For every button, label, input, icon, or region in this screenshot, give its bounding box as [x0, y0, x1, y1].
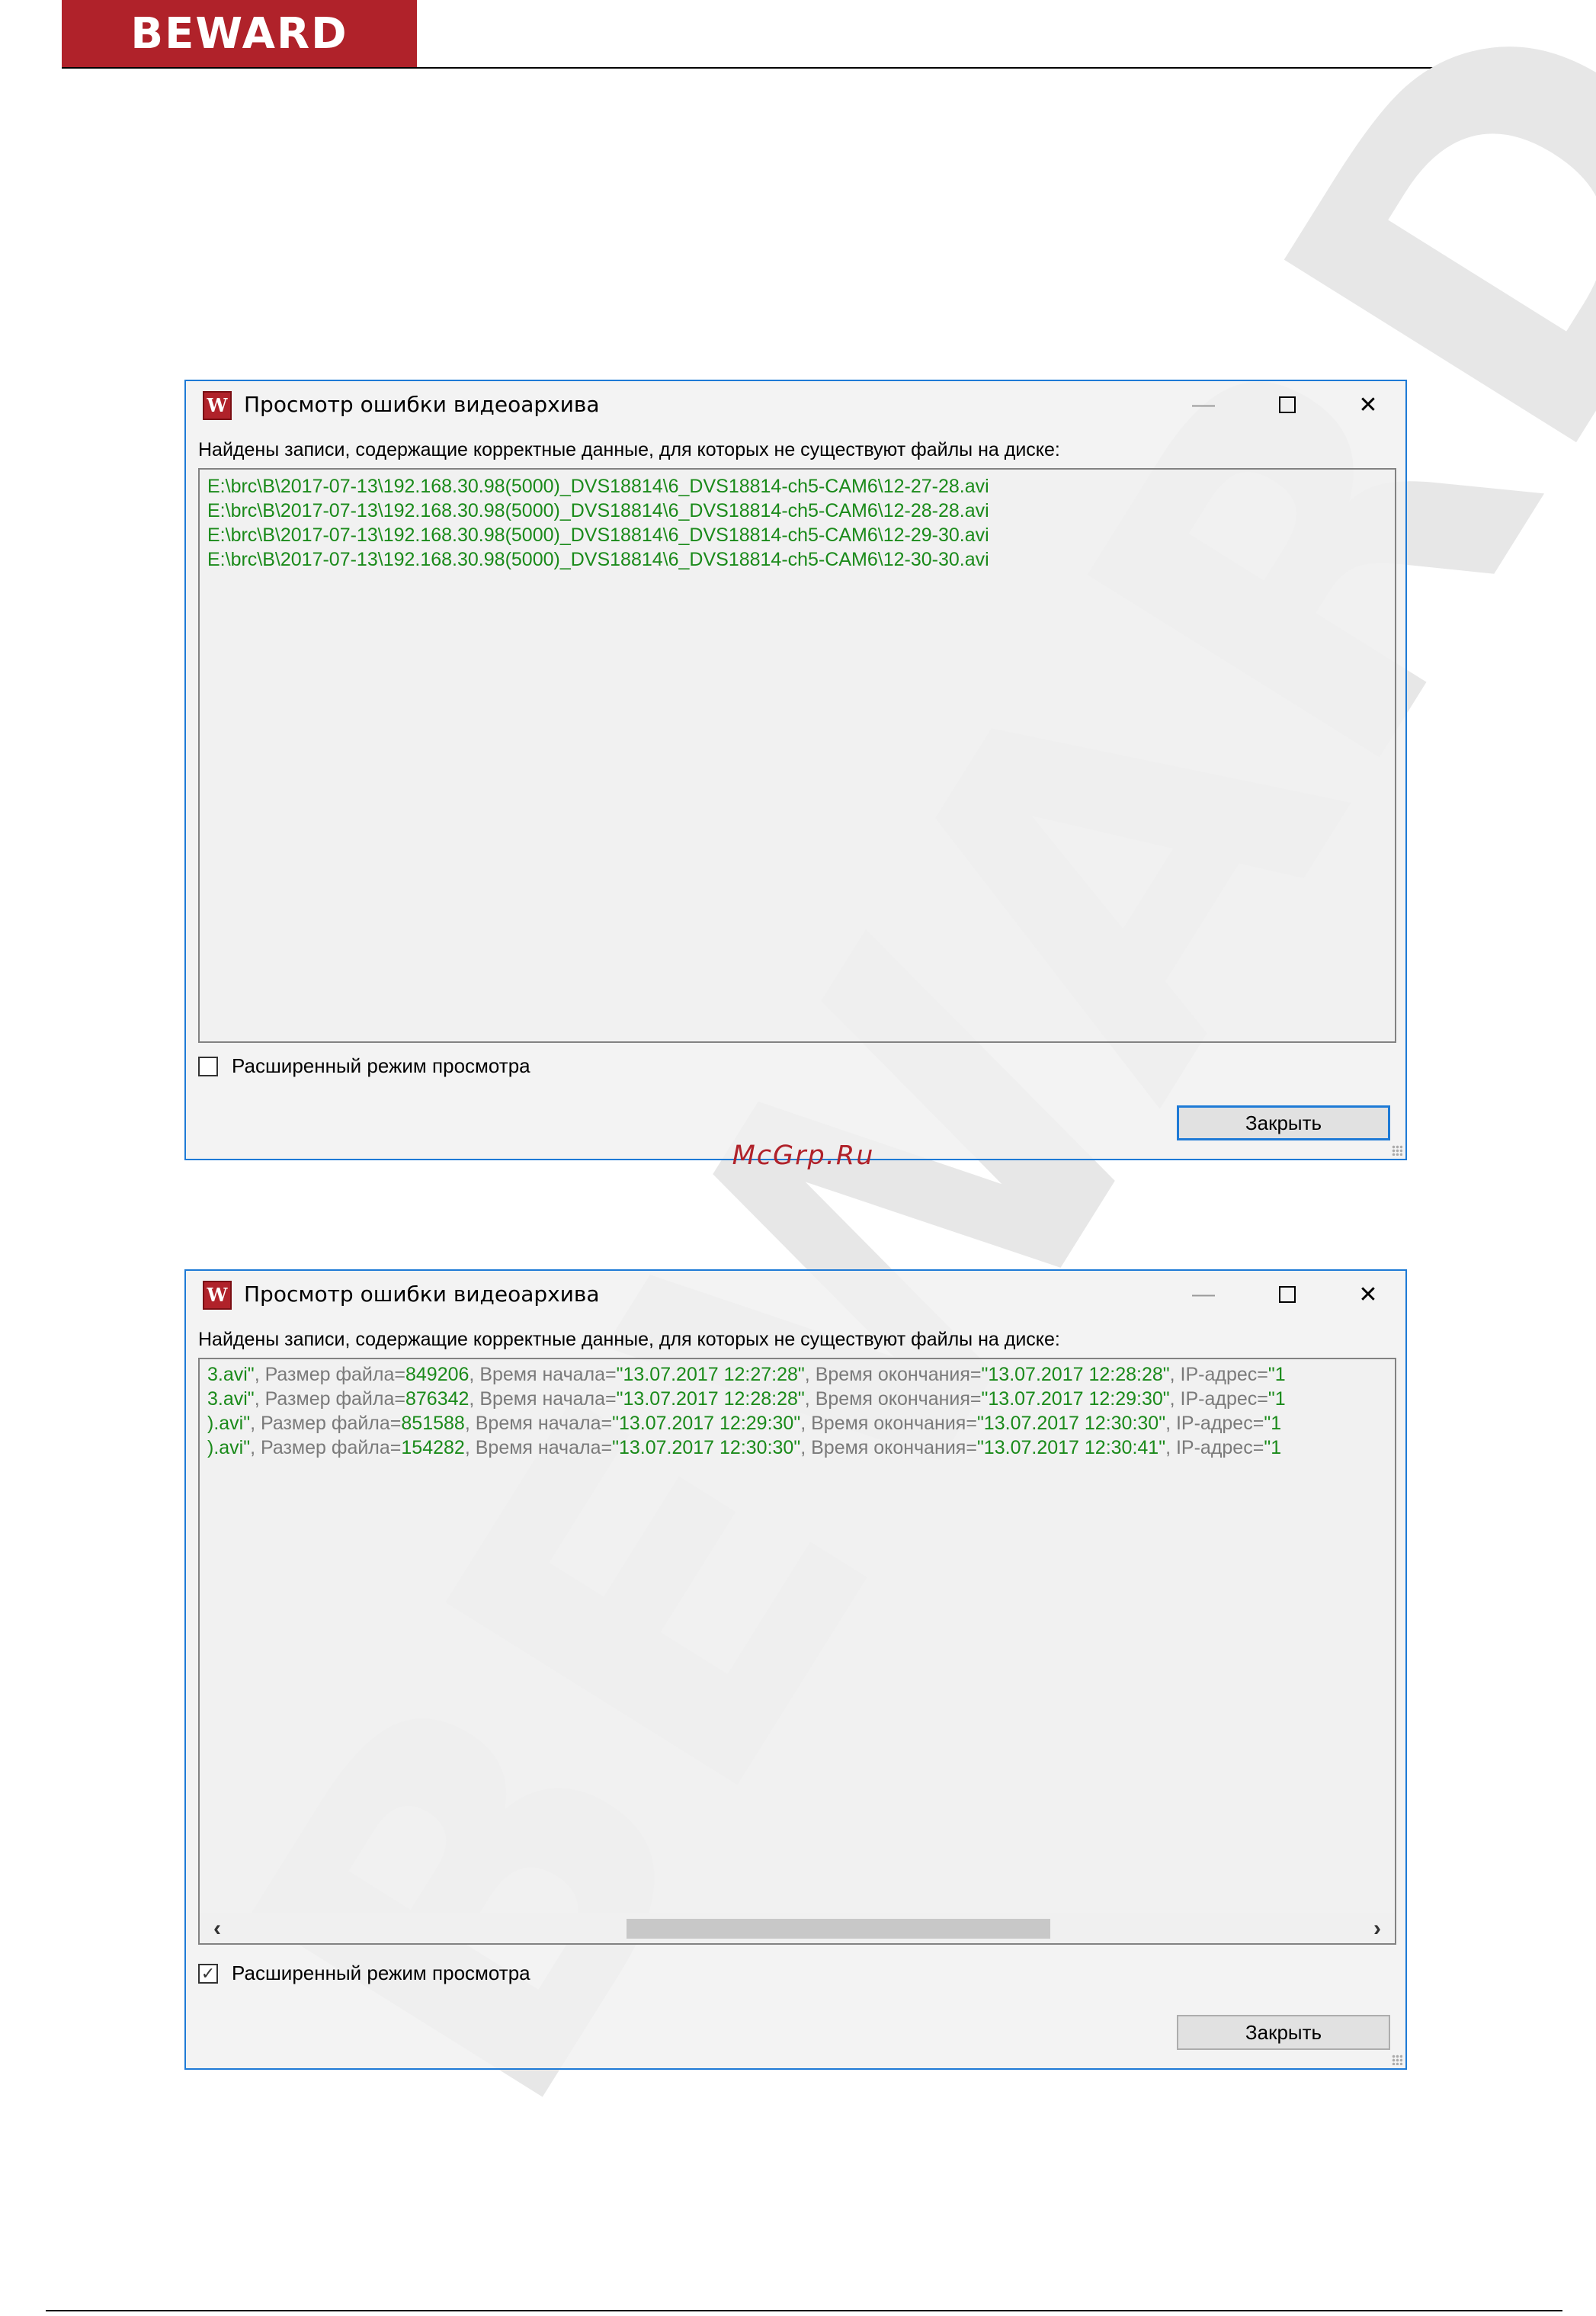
- title-bar[interactable]: W Просмотр ошибки видеоархива — ✕: [186, 1271, 1405, 1318]
- list-item[interactable]: E:\brc\B\2017-07-13\192.168.30.98(5000)_…: [200, 474, 1395, 499]
- end-label: , Время окончания=: [804, 1364, 982, 1385]
- site-watermark: McGrp.Ru: [732, 1140, 875, 1171]
- close-button[interactable]: Закрыть: [1177, 1105, 1390, 1140]
- list-item[interactable]: ).avi", Размер файла=154282, Время начал…: [200, 1435, 1395, 1460]
- list-item[interactable]: 3.avi", Размер файла=849206, Время начал…: [200, 1362, 1395, 1387]
- size-label: , Размер файла=: [250, 1413, 402, 1434]
- chevron-left-icon[interactable]: ‹: [213, 1916, 221, 1942]
- list-item[interactable]: ).avi", Размер файла=851588, Время начал…: [200, 1411, 1395, 1435]
- end-value: "13.07.2017 12:30:30": [976, 1413, 1166, 1434]
- size-value: 154282: [401, 1437, 465, 1458]
- window-title: Просмотр ошибки видеоархива: [244, 392, 600, 417]
- title-bar[interactable]: W Просмотр ошибки видеоархива — ✕: [186, 381, 1405, 428]
- ip-value: "1: [1268, 1388, 1286, 1410]
- checkmark-icon: ✓: [200, 1963, 216, 1983]
- minimize-button[interactable]: —: [1162, 381, 1245, 428]
- list-item[interactable]: E:\brc\B\2017-07-13\192.168.30.98(5000)_…: [200, 523, 1395, 547]
- list-item[interactable]: 3.avi", Размер файла=876342, Время начал…: [200, 1387, 1395, 1411]
- extended-mode-label: Расширенный режим просмотра: [232, 1054, 530, 1077]
- window-title: Просмотр ошибки видеоархива: [244, 1281, 600, 1307]
- start-label: , Время начала=: [469, 1388, 617, 1410]
- file-name-tail: ).avi": [207, 1437, 251, 1458]
- size-label: , Размер файла=: [250, 1437, 402, 1458]
- ip-label: , IP-адрес=: [1169, 1388, 1268, 1410]
- maximize-icon: [1279, 396, 1296, 413]
- size-value: 849206: [405, 1364, 470, 1385]
- footer-divider: [46, 2310, 1562, 2311]
- end-value: "13.07.2017 12:30:41": [976, 1437, 1166, 1458]
- list-item[interactable]: E:\brc\B\2017-07-13\192.168.30.98(5000)_…: [200, 499, 1395, 523]
- close-window-button[interactable]: ✕: [1326, 381, 1410, 428]
- minimize-icon: —: [1192, 392, 1215, 417]
- start-label: , Время начала=: [464, 1413, 613, 1434]
- extended-mode-label: Расширенный режим просмотра: [232, 1962, 530, 1984]
- minimize-icon: —: [1192, 1281, 1215, 1307]
- ip-value: "1: [1264, 1413, 1282, 1434]
- start-value: "13.07.2017 12:28:28": [616, 1388, 805, 1410]
- file-name-tail: 3.avi": [207, 1388, 255, 1410]
- beward-logo: BEWARD: [62, 0, 417, 67]
- ip-label: , IP-адрес=: [1169, 1364, 1268, 1385]
- maximize-button[interactable]: [1245, 381, 1329, 428]
- start-label: , Время начала=: [469, 1364, 617, 1385]
- extended-mode-checkbox[interactable]: ✓: [198, 1963, 218, 1984]
- close-window-button[interactable]: ✕: [1326, 1271, 1410, 1318]
- list-item[interactable]: E:\brc\B\2017-07-13\192.168.30.98(5000)_…: [200, 547, 1395, 572]
- scrollbar-thumb[interactable]: [627, 1919, 1050, 1939]
- resize-grip[interactable]: [1392, 1145, 1402, 1156]
- minimize-button[interactable]: —: [1162, 1271, 1245, 1318]
- ip-label: , IP-адрес=: [1165, 1437, 1264, 1458]
- beward-app-icon: W: [203, 391, 232, 420]
- end-value: "13.07.2017 12:29:30": [981, 1388, 1170, 1410]
- missing-files-list[interactable]: E:\brc\B\2017-07-13\192.168.30.98(5000)_…: [198, 468, 1396, 1043]
- size-label: , Размер файла=: [254, 1364, 405, 1385]
- file-name-tail: ).avi": [207, 1413, 251, 1434]
- size-value: 876342: [405, 1388, 470, 1410]
- missing-files-detail-list[interactable]: 3.avi", Размер файла=849206, Время начал…: [198, 1358, 1396, 1945]
- end-label: , Время окончания=: [800, 1437, 977, 1458]
- size-value: 851588: [401, 1413, 465, 1434]
- start-value: "13.07.2017 12:30:30": [612, 1437, 801, 1458]
- size-label: , Размер файла=: [254, 1388, 405, 1410]
- ip-value: "1: [1268, 1364, 1286, 1385]
- close-button[interactable]: Закрыть: [1177, 2015, 1390, 2050]
- file-name-tail: 3.avi": [207, 1364, 255, 1385]
- end-label: , Время окончания=: [804, 1388, 982, 1410]
- extended-mode-checkbox-row[interactable]: Расширенный режим просмотра: [198, 1054, 530, 1078]
- start-value: "13.07.2017 12:27:28": [616, 1364, 805, 1385]
- extended-mode-checkbox-row[interactable]: ✓ Расширенный режим просмотра: [198, 1962, 530, 1985]
- maximize-button[interactable]: [1245, 1271, 1329, 1318]
- end-label: , Время окончания=: [800, 1413, 977, 1434]
- close-icon: ✕: [1358, 1281, 1378, 1307]
- maximize-icon: [1279, 1286, 1296, 1303]
- end-value: "13.07.2017 12:28:28": [981, 1364, 1170, 1385]
- start-value: "13.07.2017 12:29:30": [612, 1413, 801, 1434]
- header-divider: [62, 67, 1578, 69]
- resize-grip[interactable]: [1392, 2055, 1402, 2065]
- beward-app-icon: W: [203, 1281, 232, 1310]
- ip-value: "1: [1264, 1437, 1282, 1458]
- ip-label: , IP-адрес=: [1165, 1413, 1264, 1434]
- start-label: , Время начала=: [464, 1437, 613, 1458]
- message-text: Найдены записи, содержащие корректные да…: [198, 439, 1060, 460]
- archive-error-dialog-basic: W Просмотр ошибки видеоархива — ✕ Найден…: [184, 380, 1407, 1160]
- extended-mode-checkbox[interactable]: [198, 1056, 218, 1076]
- chevron-right-icon[interactable]: ›: [1373, 1916, 1381, 1942]
- horizontal-scrollbar[interactable]: ‹ ›: [200, 1913, 1395, 1943]
- message-text: Найдены записи, содержащие корректные да…: [198, 1329, 1060, 1350]
- close-icon: ✕: [1358, 392, 1378, 418]
- archive-error-dialog-extended: W Просмотр ошибки видеоархива — ✕ Найден…: [184, 1269, 1407, 2070]
